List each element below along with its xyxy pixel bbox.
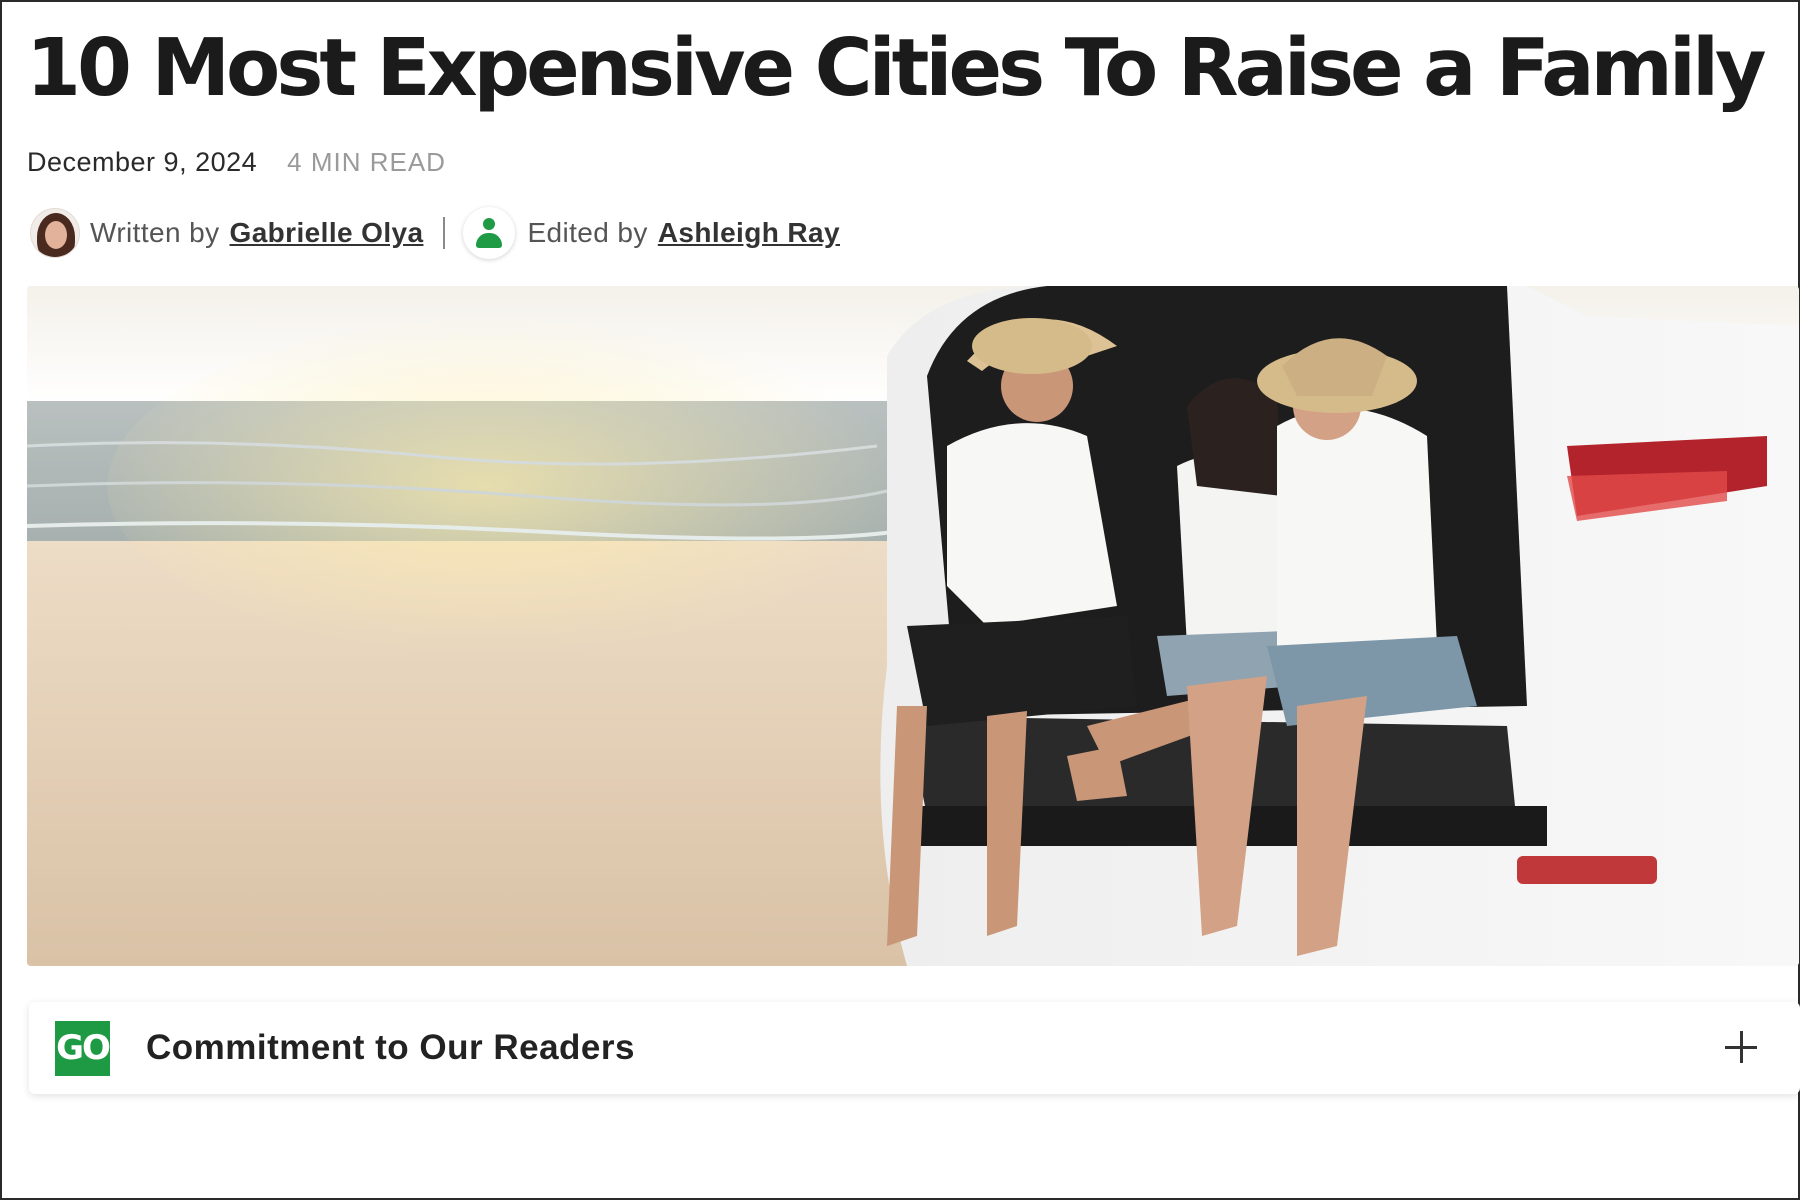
commitment-title[interactable]: Commitment to Our Readers [146,1028,635,1068]
written-by-label: Written by [90,217,220,248]
article-meta: December 9, 2024 4 MIN READ [27,144,446,180]
read-time: 4 MIN READ [287,146,446,177]
author-avatar[interactable] [30,208,80,258]
edited-by-label: Edited by [527,217,648,248]
author-link[interactable]: Gabrielle Olya [230,217,424,249]
go-logo: GO [55,1020,111,1076]
editor-link[interactable]: Ashleigh Ray [658,217,840,249]
publish-date: December 9, 2024 [27,146,258,177]
commitment-accordion[interactable]: GO Commitment to Our Readers [29,1002,1800,1094]
hero-photo-illustration [27,286,1799,966]
page-frame: 10 Most Expensive Cities To Raise a Fami… [0,0,1800,1200]
editor-person-icon [463,207,516,259]
article-title: 10 Most Expensive Cities To Raise a Fami… [26,22,1767,114]
plus-icon[interactable] [1716,1022,1768,1074]
byline: Written by Gabrielle Olya Edited by Ashl… [30,206,840,260]
hero-image [27,286,1799,966]
byline-divider [443,217,446,249]
